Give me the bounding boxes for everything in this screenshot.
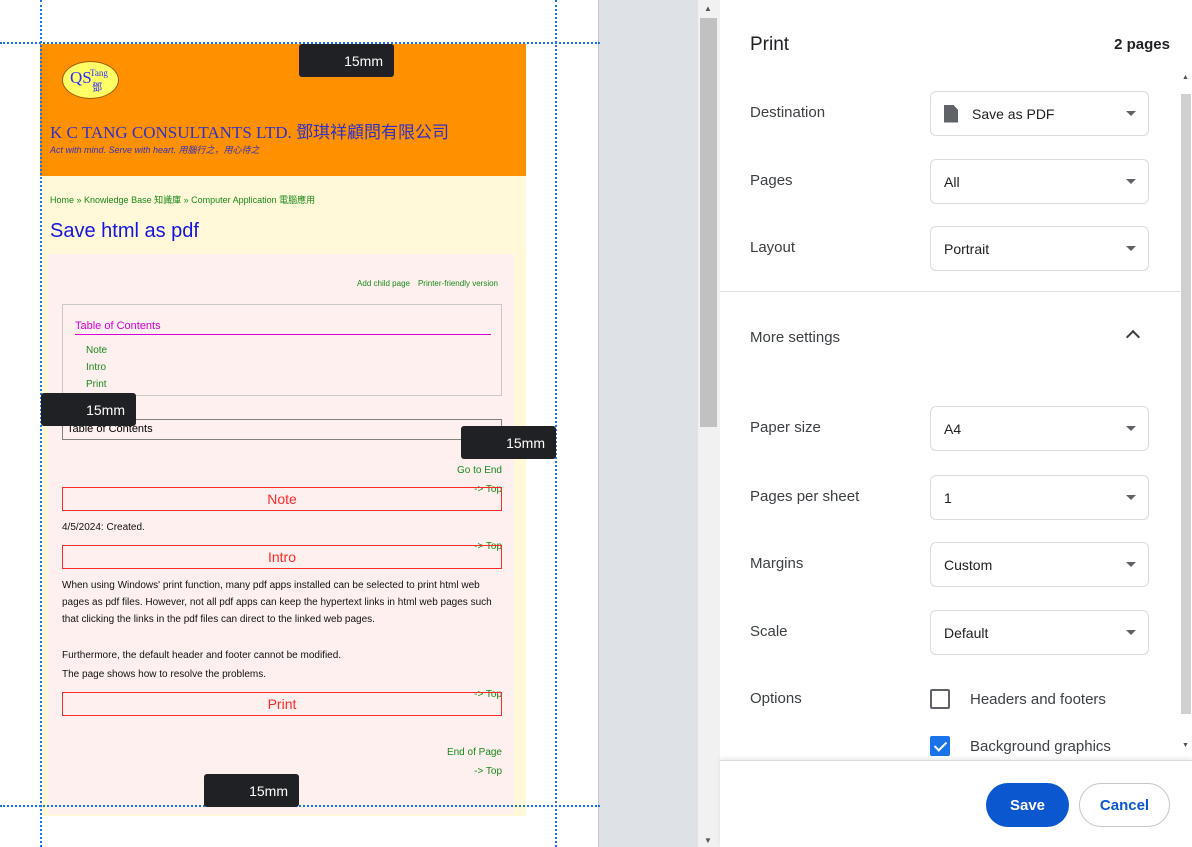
pdf-file-icon — [944, 104, 958, 123]
printer-friendly-link[interactable]: Printer-friendly version — [418, 279, 498, 288]
dropdown-arrow-icon — [1126, 246, 1136, 251]
section-divider — [720, 291, 1180, 292]
settings-scrollbar-thumb[interactable] — [1181, 94, 1191, 714]
print-preview-area: QS Tang 鄧 K C TANG CONSULTANTS LTD. 鄧琪祥顧… — [0, 0, 720, 847]
preview-page: QS Tang 鄧 K C TANG CONSULTANTS LTD. 鄧琪祥顧… — [0, 0, 600, 847]
pages-select[interactable]: All — [930, 159, 1149, 204]
margins-select[interactable]: Custom — [930, 542, 1149, 587]
table-of-contents: Table of Contents Note Intro Print — [62, 304, 502, 396]
logo-tang: Tang — [90, 68, 108, 78]
dropdown-arrow-icon — [1126, 495, 1136, 500]
dropdown-arrow-icon — [1126, 179, 1136, 184]
margin-label-top[interactable]: 15mm — [299, 44, 394, 77]
toc-item-intro[interactable]: Intro — [86, 362, 106, 373]
note-text: 4/5/2024: Created. — [62, 522, 145, 533]
page-title: Save html as pdf — [50, 220, 199, 242]
logo-qs: QS — [70, 68, 92, 87]
destination-value: Save as PDF — [972, 105, 1055, 122]
margins-label: Margins — [750, 555, 804, 572]
save-button[interactable]: Save — [986, 783, 1069, 827]
breadcrumb-separator: » — [74, 195, 85, 205]
intro-paragraph-2: Furthermore, the default header and foot… — [62, 650, 342, 661]
preview-scrollbar[interactable]: ▲ ▼ — [698, 0, 720, 847]
chevron-up-icon[interactable] — [1125, 329, 1141, 345]
page-content: Add child page Printer-friendly version T… — [48, 254, 514, 814]
print-settings-panel: Print 2 pages Destination Save as PDF Pa… — [720, 0, 1192, 847]
site-logo: QS Tang 鄧 — [62, 61, 119, 99]
scale-label: Scale — [750, 623, 788, 640]
margin-label-left[interactable]: 15mm — [41, 393, 136, 426]
margins-value: Custom — [944, 556, 993, 573]
toc-item-note[interactable]: Note — [86, 345, 107, 356]
intro-paragraph-3: The page shows how to resolve the proble… — [62, 669, 266, 680]
page-count: 2 pages — [1114, 36, 1170, 53]
pages-value: All — [944, 173, 960, 190]
preview-scrollbar-thumb[interactable] — [700, 18, 717, 427]
headers-footers-label[interactable]: Headers and footers — [970, 691, 1106, 708]
settings-scrollbar[interactable]: ▲ ▼ — [1180, 0, 1192, 760]
end-of-page-link[interactable]: End of Page — [447, 747, 502, 758]
paper-size-value: A4 — [944, 420, 962, 437]
page-tools: Add child page Printer-friendly version — [349, 279, 498, 288]
layout-select[interactable]: Portrait — [930, 226, 1149, 271]
dropdown-arrow-icon — [1126, 111, 1136, 116]
breadcrumb-home[interactable]: Home — [50, 195, 74, 205]
breadcrumb-separator: » — [181, 195, 192, 205]
scale-value: Default — [944, 624, 989, 641]
go-to-end-link[interactable]: Go to End — [457, 465, 502, 476]
toc-title: Table of Contents — [75, 320, 491, 335]
pages-per-sheet-select[interactable]: 1 — [930, 475, 1149, 520]
headers-footers-checkbox[interactable] — [930, 689, 950, 709]
logo-deng: 鄧 — [92, 83, 102, 94]
cancel-button[interactable]: Cancel — [1079, 783, 1170, 827]
more-settings-toggle[interactable]: More settings — [750, 329, 840, 346]
scale-select[interactable]: Default — [930, 610, 1149, 655]
pages-per-sheet-value: 1 — [944, 489, 952, 506]
panel-footer: Save Cancel — [720, 760, 1192, 847]
top-link[interactable]: -> Top — [474, 766, 502, 777]
margin-label-bottom[interactable]: 15mm — [204, 774, 299, 807]
dropdown-arrow-icon — [1126, 426, 1136, 431]
scroll-down-arrow-icon[interactable]: ▼ — [704, 836, 712, 845]
panel-title: Print — [750, 34, 790, 55]
destination-select[interactable]: Save as PDF — [930, 91, 1149, 136]
layout-value: Portrait — [944, 240, 990, 257]
scroll-up-arrow-icon[interactable]: ▲ — [704, 4, 712, 13]
destination-label: Destination — [750, 104, 826, 121]
breadcrumb: Home » Knowledge Base 知識庫 » Computer App… — [50, 193, 315, 206]
dropdown-arrow-icon — [1126, 562, 1136, 567]
background-graphics-checkbox[interactable] — [930, 736, 950, 756]
section-heading-note: Note — [62, 487, 502, 511]
site-header: QS Tang 鄧 K C TANG CONSULTANTS LTD. 鄧琪祥顧… — [40, 44, 526, 176]
scroll-down-arrow-icon[interactable]: ▼ — [1182, 742, 1189, 749]
pages-per-sheet-label: Pages per sheet — [750, 488, 860, 505]
toc-item-print[interactable]: Print — [86, 379, 107, 390]
margin-label-right[interactable]: 15mm — [461, 426, 556, 459]
layout-label: Layout — [750, 239, 796, 256]
options-label: Options — [750, 690, 802, 707]
section-heading-intro: Intro — [62, 545, 502, 569]
company-motto: Act with mind. Serve with heart. 用腦行之，用心… — [50, 145, 260, 155]
breadcrumb-computer-application[interactable]: Computer Application 電腦應用 — [191, 195, 315, 205]
scroll-up-arrow-icon[interactable]: ▲ — [1182, 74, 1189, 81]
section-heading-print: Print — [62, 692, 502, 716]
breadcrumb-knowledge-base[interactable]: Knowledge Base 知識庫 — [84, 195, 181, 205]
dropdown-arrow-icon — [1126, 630, 1136, 635]
company-name: K C TANG CONSULTANTS LTD. 鄧琪祥顧問有限公司 — [50, 123, 450, 142]
background-graphics-label[interactable]: Background graphics — [970, 738, 1111, 755]
paper-size-select[interactable]: A4 — [930, 406, 1149, 451]
margin-guide-right[interactable] — [555, 0, 557, 847]
add-child-page-link[interactable]: Add child page — [357, 279, 410, 288]
intro-paragraph-1: When using Windows' print function, many… — [62, 580, 492, 625]
pages-label: Pages — [750, 172, 793, 189]
margin-guide-bottom[interactable] — [0, 805, 600, 807]
paper-size-label: Paper size — [750, 419, 821, 436]
